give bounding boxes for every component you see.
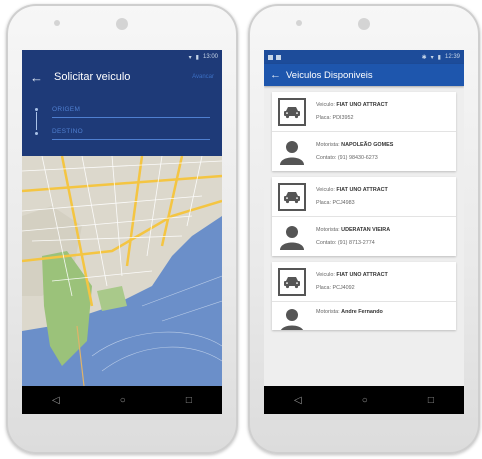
vehicle-row: Veiculo: FIAT UNO ATTRACT Placa: PCJ4983 bbox=[272, 177, 456, 217]
notification-icon bbox=[276, 54, 281, 60]
nav-back-icon[interactable]: ◁ bbox=[52, 395, 60, 406]
vehicle-plate: PCJ4983 bbox=[332, 199, 355, 206]
available-vehicles-toolbar: ← Veiculos Disponiveis bbox=[264, 64, 464, 86]
car-icon bbox=[278, 182, 306, 211]
car-icon bbox=[278, 267, 306, 296]
right-screen: ✱ ▾ ▮ 12:39 ← Veiculos Disponiveis Veicu… bbox=[264, 50, 464, 414]
driver-avatar-icon bbox=[278, 223, 306, 251]
vehicle-card[interactable]: Veiculo: FIAT UNO ATTRACT Placa: PCJ4983… bbox=[272, 177, 456, 256]
wifi-icon: ▾ bbox=[430, 54, 434, 61]
map-graphic bbox=[22, 156, 222, 386]
vehicle-card[interactable]: Veiculo: FIAT UNO ATTRACT Placa: PCJ4092… bbox=[272, 262, 456, 330]
vehicle-model: FIAT UNO ATTRACT bbox=[336, 101, 388, 108]
destination-field[interactable]: DESTINO bbox=[52, 126, 210, 140]
status-bar: ✱ ▾ ▮ 12:39 bbox=[264, 50, 464, 64]
request-vehicle-header: ← Solicitar veiculo Avancar ORIGEM DESTI… bbox=[22, 64, 222, 156]
route-icon bbox=[32, 106, 42, 136]
signal-icon: ▾ bbox=[188, 54, 192, 61]
car-icon bbox=[278, 97, 306, 126]
back-arrow-icon[interactable]: ← bbox=[30, 70, 54, 85]
battery-icon: ▮ bbox=[437, 54, 441, 61]
driver-name: NAPOLEÃO GOMES bbox=[341, 141, 394, 148]
driver-row: Motorista: NAPOLEÃO GOMES Contato: (91) … bbox=[272, 132, 456, 171]
vehicle-plate: PCJ4092 bbox=[332, 284, 355, 291]
bluetooth-icon: ✱ bbox=[421, 54, 427, 61]
driver-row: Motorista: UDERATAN VIEIRA Contato: (91)… bbox=[272, 217, 456, 256]
left-screen: ▾ ▮ 13:00 ← Solicitar veiculo Avancar OR… bbox=[22, 50, 222, 414]
front-camera bbox=[358, 18, 370, 30]
vehicle-info: Veiculo: FIAT UNO ATTRACT Placa: PCJ4983 bbox=[316, 186, 388, 206]
driver-name: UDERATAN VIEIRA bbox=[341, 226, 391, 233]
nav-recent-icon[interactable]: □ bbox=[428, 395, 434, 406]
nav-recent-icon[interactable]: □ bbox=[186, 395, 192, 406]
page-title: Solicitar veiculo bbox=[54, 71, 131, 83]
vehicle-list: Veiculo: FIAT UNO ATTRACT Placa: PDI3952… bbox=[272, 92, 456, 336]
vehicle-info: Veiculo: FIAT UNO ATTRACT Placa: PDI3952 bbox=[316, 101, 388, 121]
vehicle-card[interactable]: Veiculo: FIAT UNO ATTRACT Placa: PDI3952… bbox=[272, 92, 456, 171]
navigation-bar: ◁ ○ □ bbox=[264, 386, 464, 414]
vehicle-model: FIAT UNO ATTRACT bbox=[336, 186, 388, 193]
advance-button[interactable]: Avancar bbox=[192, 74, 214, 80]
map-view[interactable] bbox=[22, 156, 222, 386]
page-title: Veiculos Disponiveis bbox=[286, 69, 373, 81]
vehicle-row: Veiculo: FIAT UNO ATTRACT Placa: PCJ4092 bbox=[272, 262, 456, 302]
navigation-bar: ◁ ○ □ bbox=[22, 386, 222, 414]
route-form: ORIGEM DESTINO bbox=[30, 104, 210, 148]
camera-dot bbox=[296, 20, 302, 26]
vehicle-row: Veiculo: FIAT UNO ATTRACT Placa: PDI3952 bbox=[272, 92, 456, 132]
origin-field[interactable]: ORIGEM bbox=[52, 104, 210, 118]
driver-avatar-icon bbox=[278, 138, 306, 166]
vehicle-info: Veiculo: FIAT UNO ATTRACT Placa: PCJ4092 bbox=[316, 271, 388, 291]
battery-icon: ▮ bbox=[195, 54, 199, 61]
driver-row: Motorista: Andre Fernando bbox=[272, 302, 456, 330]
nav-home-icon[interactable]: ○ bbox=[362, 395, 368, 406]
vehicle-plate: PDI3952 bbox=[332, 114, 354, 121]
phone-left: ▾ ▮ 13:00 ← Solicitar veiculo Avancar OR… bbox=[6, 4, 238, 454]
status-time: 13:00 bbox=[202, 54, 218, 60]
vehicle-model: FIAT UNO ATTRACT bbox=[336, 271, 388, 278]
status-bar: ▾ ▮ 13:00 bbox=[22, 50, 222, 64]
back-arrow-icon[interactable]: ← bbox=[270, 69, 286, 81]
status-time: 12:39 bbox=[444, 54, 460, 60]
nav-home-icon[interactable]: ○ bbox=[120, 395, 126, 406]
driver-contact: (91) 98430-6273 bbox=[337, 154, 378, 161]
camera-dot bbox=[54, 20, 60, 26]
driver-info: Motorista: Andre Fernando bbox=[316, 309, 383, 315]
driver-name: Andre Fernando bbox=[341, 309, 383, 315]
notification-icon bbox=[268, 54, 273, 60]
driver-avatar-icon bbox=[278, 306, 306, 330]
driver-contact: (91) 8713-2774 bbox=[337, 239, 375, 246]
driver-info: Motorista: UDERATAN VIEIRA Contato: (91)… bbox=[316, 226, 391, 246]
front-camera bbox=[116, 18, 128, 30]
nav-back-icon[interactable]: ◁ bbox=[294, 395, 302, 406]
phone-right: ✱ ▾ ▮ 12:39 ← Veiculos Disponiveis Veicu… bbox=[248, 4, 480, 454]
driver-info: Motorista: NAPOLEÃO GOMES Contato: (91) … bbox=[316, 141, 394, 161]
